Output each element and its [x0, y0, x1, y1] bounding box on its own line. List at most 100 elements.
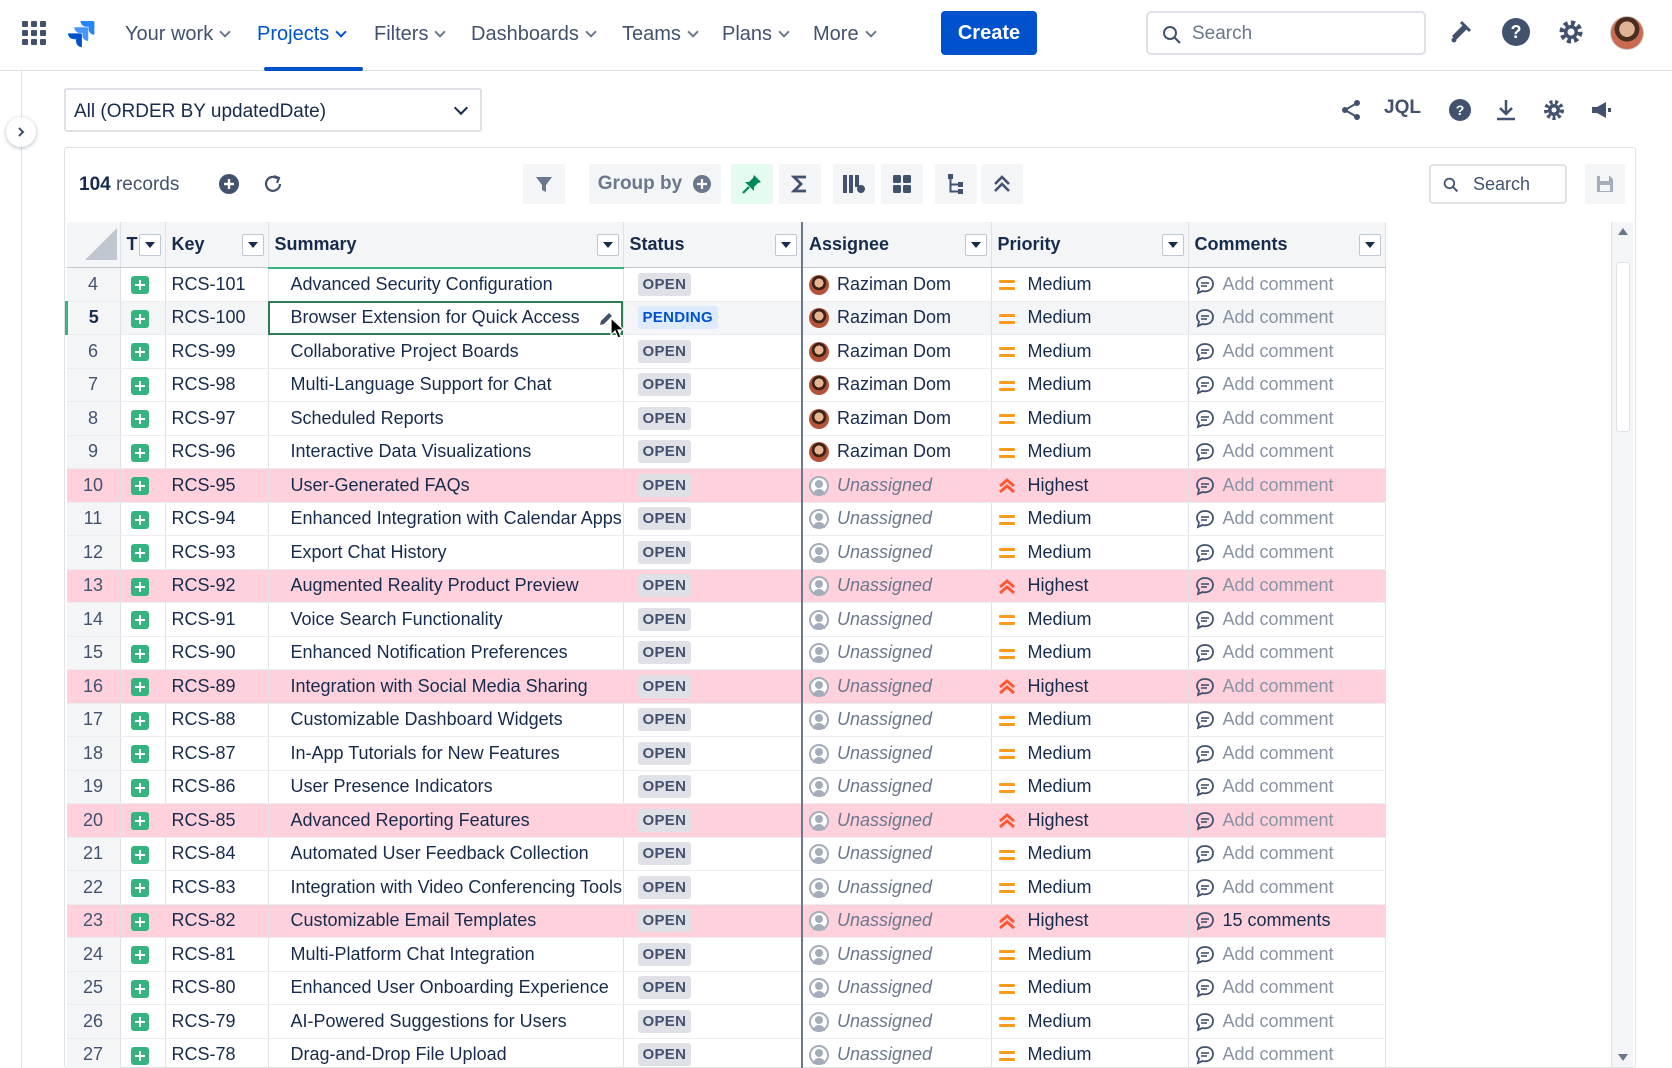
download-icon[interactable]: [1491, 95, 1521, 125]
row-number[interactable]: 8: [66, 401, 121, 436]
comments-link[interactable]: Add comment: [1223, 709, 1334, 729]
table-row[interactable]: 23 RCS-82 Customizable Email Templates OPEN…: [66, 904, 1386, 938]
issue-key-cell[interactable]: RCS-91: [165, 602, 269, 637]
issue-key-cell[interactable]: RCS-87: [165, 736, 269, 771]
issue-type-cell[interactable]: [120, 468, 166, 503]
status-cell[interactable]: OPEN: [623, 401, 803, 436]
priority-cell[interactable]: Medium: [991, 971, 1189, 1005]
status-cell[interactable]: OPEN: [623, 334, 803, 369]
announcement-megaphone-icon[interactable]: [1586, 95, 1616, 125]
comments-cell[interactable]: Add comment: [1188, 435, 1386, 469]
issue-type-cell[interactable]: [120, 770, 166, 804]
issue-type-cell[interactable]: [120, 535, 166, 570]
column-header-key[interactable]: Key: [165, 222, 269, 268]
comments-cell[interactable]: Add comment: [1188, 870, 1386, 905]
status-cell[interactable]: OPEN: [623, 602, 803, 637]
comments-cell[interactable]: Add comment: [1188, 937, 1386, 972]
summary-cell[interactable]: Interactive Data Visualizations: [268, 435, 624, 469]
priority-cell[interactable]: Medium: [991, 502, 1189, 536]
row-number[interactable]: 23: [66, 904, 121, 938]
issue-type-cell[interactable]: [120, 837, 166, 871]
priority-cell[interactable]: Medium: [991, 636, 1189, 670]
comments-link[interactable]: Add comment: [1223, 542, 1334, 562]
issue-type-cell[interactable]: [120, 301, 166, 335]
assignee-cell[interactable]: Raziman Dom: [802, 334, 992, 369]
assignee-cell[interactable]: Raziman Dom: [802, 435, 992, 469]
priority-cell[interactable]: Medium: [991, 368, 1189, 402]
status-cell[interactable]: OPEN: [623, 870, 803, 905]
summary-cell[interactable]: Integration with Social Media Sharing: [268, 669, 624, 704]
column-header-priority[interactable]: Priority: [991, 222, 1189, 268]
scroll-up-arrow-icon[interactable]: [1618, 228, 1628, 235]
comments-link[interactable]: Add comment: [1223, 1044, 1334, 1064]
filter-button[interactable]: [523, 164, 565, 204]
status-cell[interactable]: OPEN: [623, 971, 803, 1005]
comments-cell[interactable]: Add comment: [1188, 468, 1386, 503]
summary-cell[interactable]: Integration with Video Conferencing Tool…: [268, 870, 624, 905]
summary-cell[interactable]: AI-Powered Suggestions for Users: [268, 1004, 624, 1039]
status-cell[interactable]: OPEN: [623, 267, 803, 302]
issue-key-cell[interactable]: RCS-80: [165, 971, 269, 1005]
comments-cell[interactable]: Add comment: [1188, 636, 1386, 670]
table-row[interactable]: 8 RCS-97 Scheduled Reports OPEN Raziman Dom M…: [66, 401, 1386, 436]
assignee-cell[interactable]: Unassigned: [802, 502, 992, 536]
issue-type-cell[interactable]: [120, 1038, 166, 1068]
nav-filters[interactable]: Filters: [374, 20, 447, 48]
issue-key-cell[interactable]: RCS-83: [165, 870, 269, 905]
comments-link[interactable]: Add comment: [1223, 441, 1334, 461]
comments-link[interactable]: Add comment: [1223, 508, 1334, 528]
table-row[interactable]: 12 RCS-93 Export Chat History OPEN Unassigne…: [66, 535, 1386, 570]
row-number[interactable]: 11: [66, 502, 121, 536]
sum-button[interactable]: [779, 164, 821, 204]
table-row[interactable]: 16 RCS-89 Integration with Social Media Sh…: [66, 669, 1386, 704]
issue-type-cell[interactable]: [120, 937, 166, 972]
table-row[interactable]: 22 RCS-83 Integration with Video Conferenc…: [66, 870, 1386, 905]
comments-cell[interactable]: 15 comments: [1188, 904, 1386, 938]
table-row[interactable]: 6 RCS-99 Collaborative Project Boards OPEN R…: [66, 334, 1386, 369]
status-cell[interactable]: OPEN: [623, 535, 803, 570]
issue-key-cell[interactable]: RCS-86: [165, 770, 269, 804]
issue-key-cell[interactable]: RCS-82: [165, 904, 269, 938]
priority-cell[interactable]: Medium: [991, 267, 1189, 302]
issue-type-cell[interactable]: [120, 602, 166, 637]
issue-key-cell[interactable]: RCS-97: [165, 401, 269, 436]
row-number[interactable]: 12: [66, 535, 121, 570]
comments-cell[interactable]: Add comment: [1188, 803, 1386, 838]
column-filter-dropdown[interactable]: [596, 234, 619, 256]
assignee-cell[interactable]: Unassigned: [802, 803, 992, 838]
summary-cell[interactable]: Enhanced Integration with Calendar Apps: [268, 502, 624, 536]
column-header-status[interactable]: Status: [623, 222, 803, 268]
row-number[interactable]: 22: [66, 870, 121, 905]
comments-cell[interactable]: Add comment: [1188, 703, 1386, 737]
row-number[interactable]: 20: [66, 803, 121, 838]
comments-cell[interactable]: Add comment: [1188, 971, 1386, 1005]
group-by-button[interactable]: Group by: [589, 164, 721, 204]
status-cell[interactable]: OPEN: [623, 435, 803, 469]
column-filter-dropdown[interactable]: [138, 234, 161, 256]
status-cell[interactable]: OPEN: [623, 1038, 803, 1068]
issue-key-cell[interactable]: RCS-93: [165, 535, 269, 570]
table-row[interactable]: 7 RCS-98 Multi-Language Support for Chat OP…: [66, 368, 1386, 402]
column-config-button[interactable]: [833, 164, 875, 204]
assignee-cell[interactable]: Unassigned: [802, 669, 992, 704]
table-row[interactable]: 18 RCS-87 In-App Tutorials for New Feature…: [66, 736, 1386, 771]
issue-type-cell[interactable]: [120, 502, 166, 536]
status-cell[interactable]: OPEN: [623, 837, 803, 871]
issue-key-cell[interactable]: RCS-84: [165, 837, 269, 871]
column-filter-dropdown[interactable]: [964, 234, 987, 256]
assignee-cell[interactable]: Unassigned: [802, 1038, 992, 1068]
comments-link[interactable]: Add comment: [1223, 609, 1334, 629]
summary-cell[interactable]: Drag-and-Drop File Upload: [268, 1038, 624, 1068]
table-row[interactable]: 20 RCS-85 Advanced Reporting Features OPEN U…: [66, 803, 1386, 838]
summary-cell[interactable]: Collaborative Project Boards: [268, 334, 624, 369]
priority-cell[interactable]: Medium: [991, 301, 1189, 335]
row-number[interactable]: 14: [66, 602, 121, 637]
priority-cell[interactable]: Medium: [991, 1004, 1189, 1039]
assignee-cell[interactable]: Unassigned: [802, 535, 992, 570]
refresh-button[interactable]: [255, 164, 291, 204]
column-header-assignee[interactable]: Assignee: [802, 222, 992, 268]
issue-key-cell[interactable]: RCS-94: [165, 502, 269, 536]
comments-link[interactable]: Add comment: [1223, 1011, 1334, 1031]
comments-link[interactable]: Add comment: [1223, 642, 1334, 662]
priority-cell[interactable]: Medium: [991, 703, 1189, 737]
